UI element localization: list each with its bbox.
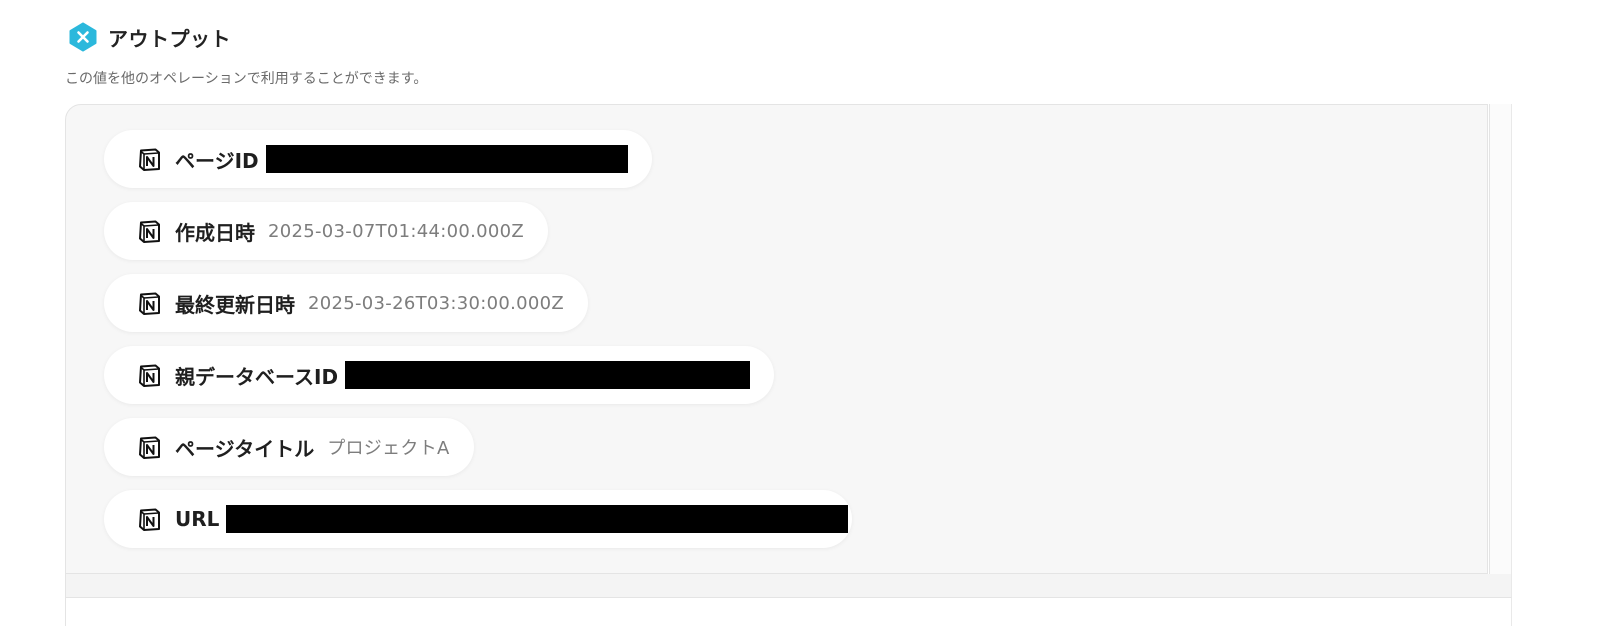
output-panel-footer bbox=[65, 574, 1512, 598]
output-label: URL bbox=[175, 507, 220, 531]
output-chip-url[interactable]: URL bbox=[104, 490, 853, 548]
output-value: プロジェクトA bbox=[327, 438, 450, 459]
notion-icon bbox=[137, 291, 162, 316]
output-label: ページタイトル bbox=[175, 436, 315, 461]
section-header: アウトプット bbox=[68, 22, 231, 52]
notion-icon bbox=[137, 219, 162, 244]
output-label: ページID bbox=[175, 148, 259, 173]
notion-icon bbox=[137, 363, 162, 388]
notion-icon bbox=[137, 435, 162, 460]
output-panel-scrollbar[interactable] bbox=[1489, 104, 1512, 574]
section-title: アウトプット bbox=[108, 26, 231, 51]
notion-icon bbox=[137, 507, 162, 532]
section-description: この値を他のオペレーションで利用することができます。 bbox=[65, 71, 428, 87]
output-value: 2025-03-07T01:44:00.000Z bbox=[268, 220, 525, 242]
output-label: 作成日時 bbox=[175, 220, 255, 245]
redacted-value bbox=[226, 505, 849, 533]
next-section-edge bbox=[65, 597, 1512, 626]
yoom-x-icon bbox=[68, 22, 98, 52]
output-label: 最終更新日時 bbox=[175, 292, 295, 317]
output-chip-parent-database-id[interactable]: 親データベースID bbox=[104, 346, 775, 404]
output-label: 親データベースID bbox=[175, 364, 339, 389]
output-chip-page-id[interactable]: ページID bbox=[104, 130, 652, 188]
notion-icon bbox=[137, 147, 162, 172]
output-value: 2025-03-26T03:30:00.000Z bbox=[308, 292, 565, 314]
output-chip-created-time[interactable]: 作成日時 2025-03-07T01:44:00.000Z bbox=[104, 202, 549, 260]
redacted-value bbox=[265, 145, 628, 173]
output-chip-last-edited-time[interactable]: 最終更新日時 2025-03-26T03:30:00.000Z bbox=[104, 274, 589, 332]
output-chip-page-title[interactable]: ページタイトル プロジェクトA bbox=[104, 418, 474, 476]
page: アウトプット この値を他のオペレーションで利用することができます。 ページID bbox=[0, 0, 1600, 626]
redacted-value bbox=[345, 361, 751, 389]
